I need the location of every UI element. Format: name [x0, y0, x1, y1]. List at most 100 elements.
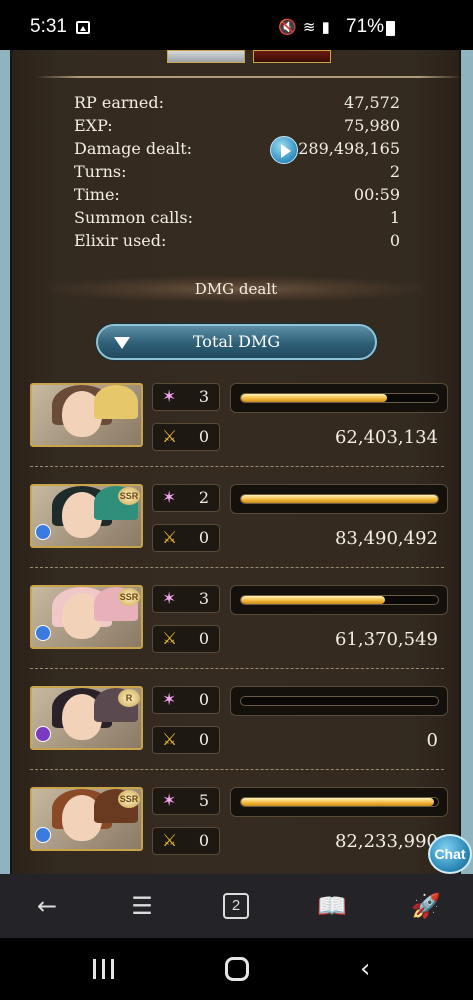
home-icon[interactable]: [225, 957, 249, 981]
rocket-icon[interactable]: 🚀: [410, 890, 442, 922]
stat-label: Damage dealt:: [74, 139, 193, 158]
chain-count: ⚔ 0: [152, 524, 220, 552]
ougi-count: ✶ 2: [152, 484, 220, 512]
ornamental-divider: [36, 76, 462, 78]
rarity-badge: SSR: [118, 487, 140, 505]
battery-icon: [386, 21, 395, 36]
stat-damage: Damage dealt: 289,498,165: [74, 136, 400, 164]
stat-label: Elixir used:: [74, 231, 167, 250]
rarity-badge: R: [118, 689, 140, 707]
row-separator: [30, 466, 444, 467]
hamburger-icon[interactable]: ☰: [126, 890, 158, 922]
ougi-value: 0: [198, 690, 209, 709]
ougi-value: 3: [198, 589, 209, 608]
stat-summon-calls: Summon calls: 1: [74, 208, 400, 231]
crossed-swords-icon: ⚔: [162, 730, 178, 750]
sparkle-icon: ✶: [162, 791, 177, 811]
stat-value: 2: [389, 162, 400, 181]
damage-value: 0: [426, 730, 438, 751]
stat-value: 289,498,165: [298, 139, 400, 158]
character-portrait[interactable]: [30, 383, 143, 447]
battery-percent: 71%: [346, 16, 385, 37]
rarity-badge: SSR: [118, 790, 140, 808]
arrow-left-icon[interactable]: ←: [31, 890, 63, 922]
character-portrait[interactable]: R: [30, 686, 143, 750]
stat-elixir: Elixir used: 0: [74, 231, 400, 254]
stat-rp: RP earned: 47,572: [74, 93, 400, 116]
character-portrait[interactable]: SSR: [30, 585, 143, 649]
damage-bar-track: [240, 797, 439, 807]
row-separator: [30, 668, 444, 669]
status-bar: 5:31 🔇 ≋ ▮ 71%: [0, 0, 473, 50]
stat-value: 47,572: [344, 93, 400, 112]
damage-value: 62,403,134: [334, 427, 438, 448]
stat-label: Summon calls:: [74, 208, 193, 227]
sparkle-icon: ✶: [162, 488, 177, 508]
total-dmg-dropdown[interactable]: Total DMG: [96, 324, 377, 360]
chain-value: 0: [198, 528, 209, 547]
damage-bar-fill: [241, 495, 438, 503]
damage-bar: [230, 484, 448, 514]
stat-value: 1: [389, 208, 400, 227]
damage-bar-track: [240, 696, 439, 706]
chain-value: 0: [198, 427, 209, 446]
stat-exp: EXP: 75,980: [74, 116, 400, 139]
book-icon[interactable]: 📖: [316, 890, 348, 922]
clock: 5:31: [30, 16, 67, 37]
rarity-badge: SSR: [118, 588, 140, 606]
stat-label: RP earned:: [74, 93, 164, 112]
character-portrait[interactable]: SSR: [30, 787, 143, 851]
ougi-count: ✶ 3: [152, 383, 220, 411]
stat-value: 00:59: [353, 185, 400, 204]
character-portrait[interactable]: SSR: [30, 484, 143, 548]
element-icon: [35, 524, 51, 540]
chain-count: ⚔ 0: [152, 726, 220, 754]
character-row: R ✶ 0 ⚔ 0 0: [30, 686, 448, 754]
stat-label: EXP:: [74, 116, 113, 135]
damage-bar: [230, 686, 448, 716]
play-icon[interactable]: [270, 136, 298, 164]
stat-value: 0: [389, 231, 400, 250]
damage-bar-track: [240, 393, 439, 403]
battle-stats: RP earned: 47,572 EXP: 75,980 Damage dea…: [74, 93, 400, 254]
character-row: SSR ✶ 3 ⚔ 0 61,370,549: [30, 585, 448, 653]
ougi-value: 5: [198, 791, 209, 810]
crossed-swords-icon: ⚔: [162, 528, 178, 548]
damage-bar-fill: [241, 596, 385, 604]
damage-bar: [230, 787, 448, 817]
crossed-swords-icon: ⚔: [162, 427, 178, 447]
system-navigation: ‹: [0, 938, 473, 1000]
row-separator: [30, 769, 444, 770]
sparkle-icon: ✶: [162, 690, 177, 710]
chain-count: ⚔ 0: [152, 423, 220, 451]
stat-value: 75,980: [344, 116, 400, 135]
stat-label: Time:: [74, 185, 120, 204]
element-icon: [35, 827, 51, 843]
game-viewport: RP earned: 47,572 EXP: 75,980 Damage dea…: [0, 50, 473, 874]
back-chevron-icon[interactable]: ‹: [360, 956, 370, 982]
element-icon: [35, 625, 51, 641]
damage-bar-track: [240, 494, 439, 504]
chain-value: 0: [198, 629, 209, 648]
chat-button[interactable]: Chat: [428, 834, 472, 874]
ougi-count: ✶ 3: [152, 585, 220, 613]
damage-bar-fill: [241, 394, 387, 402]
damage-bar-fill: [241, 798, 435, 806]
damage-bar: [230, 585, 448, 615]
recent-apps-icon[interactable]: [93, 959, 117, 979]
total-dmg-label: Total DMG: [192, 332, 281, 351]
damage-value: 83,490,492: [334, 528, 438, 549]
ougi-count: ✶ 5: [152, 787, 220, 815]
chain-value: 0: [198, 831, 209, 850]
dmg-dealt-heading: DMG dealt: [50, 276, 422, 302]
thumbnail-image: [253, 50, 331, 63]
damage-value: 61,370,549: [334, 629, 438, 650]
chain-value: 0: [198, 730, 209, 749]
tabs-icon[interactable]: 2: [223, 893, 249, 919]
signal-wifi-mute-icons: 🔇 ≋ ▮: [278, 19, 331, 36]
sparkle-icon: ✶: [162, 589, 177, 609]
character-row: SSR ✶ 5 ⚔ 0 82,233,990: [30, 787, 448, 855]
browser-toolbar: ← ☰ 2 📖 🚀: [0, 874, 473, 938]
crossed-swords-icon: ⚔: [162, 629, 178, 649]
chain-count: ⚔ 0: [152, 625, 220, 653]
